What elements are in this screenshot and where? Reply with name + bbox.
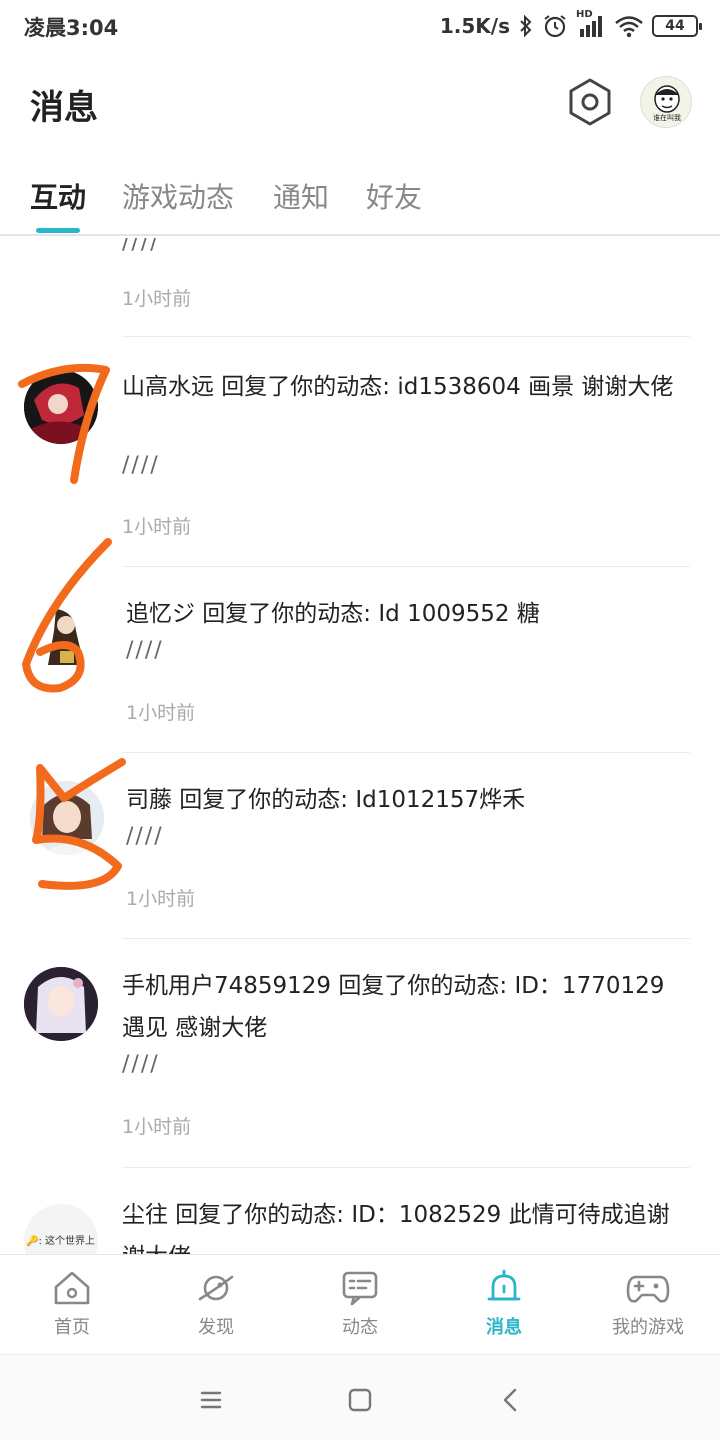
settings-button[interactable] (565, 76, 615, 128)
timestamp: 1小时前 (122, 1116, 192, 1138)
my-avatar[interactable]: 谁在叫我 (640, 76, 692, 128)
message-list[interactable]: //// 1小时前 山高水远 回复了你的动态: id1538604 画景 谢谢大… (0, 238, 720, 1254)
nav-messages-label: 消息 (486, 1317, 522, 1338)
header: 消息 谁在叫我 (0, 52, 720, 152)
net-speed: 1.5K/s (439, 14, 510, 38)
reply-content: //// (122, 453, 160, 478)
nav-discover[interactable]: 发现 (144, 1269, 288, 1349)
timestamp: 1小时前 (122, 516, 192, 538)
timestamp: 1小时前 (126, 702, 196, 724)
timestamp: 1小时前 (126, 888, 196, 910)
divider (122, 336, 690, 337)
reply-text: 尘往 回复了你的动态: ID：1082529 此情可待成追谢谢大佬 (122, 1202, 670, 1254)
user-avatar[interactable]: 🔑: 这个世界上 (24, 1204, 98, 1254)
chat-card-icon (342, 1271, 378, 1306)
tab-friends[interactable]: 好友 (366, 176, 422, 216)
alarm-icon (544, 15, 566, 38)
menu-icon[interactable] (194, 1383, 228, 1417)
bottom-nav: 首页 发现 动态 消息 我的游戏 (0, 1254, 720, 1354)
list-item[interactable]: //// 1小时前 (0, 238, 720, 338)
home-icon (54, 1271, 90, 1305)
status-time: 凌晨3:04 (24, 16, 119, 40)
annotation-number-5 (32, 758, 126, 890)
nav-feed[interactable]: 动态 (288, 1269, 432, 1349)
reply-content: //// (122, 1052, 160, 1077)
avatar-caption: 🔑: 这个世界上 (26, 1236, 95, 1247)
battery-icon: 44 (652, 15, 702, 37)
reply-text: 手机用户74859129 回复了你的动态: ID：1770129 遇见 感谢大佬 (122, 973, 665, 1041)
reply-text: 追忆ジ 回复了你的动态: Id 1009552 糖 (126, 601, 540, 627)
annotation-number-7 (18, 363, 110, 484)
user-avatar[interactable] (24, 967, 98, 1041)
reply-text: 司藤 回复了你的动态: Id1012157烨禾 (126, 787, 526, 813)
bluetooth-icon (520, 14, 532, 38)
nav-my-games[interactable]: 我的游戏 (576, 1269, 720, 1349)
reply-content: //// (122, 238, 160, 255)
my-avatar-caption: 谁在叫我 (653, 114, 681, 122)
tab-active-indicator (36, 228, 80, 233)
timestamp: 1小时前 (122, 288, 192, 310)
status-icons: 1.5K/s HD 44 (439, 9, 702, 42)
system-nav-bar (0, 1354, 720, 1440)
planet-icon (198, 1275, 234, 1301)
nav-discover-label: 发现 (198, 1317, 234, 1338)
list-item[interactable]: 🔑: 这个世界上 尘往 回复了你的动态: ID：1082529 此情可待成追谢谢… (0, 1168, 720, 1254)
back-icon[interactable] (494, 1383, 528, 1417)
annotation-number-6 (22, 538, 112, 693)
status-bar: 凌晨3:04 1.5K/s HD 44 (0, 0, 720, 52)
reply-content: //// (126, 638, 164, 663)
nav-messages[interactable]: 消息 (432, 1269, 576, 1349)
tab-interaction[interactable]: 互动 (30, 176, 86, 216)
nav-home-label: 首页 (54, 1317, 90, 1338)
gamepad-icon (626, 1275, 670, 1303)
nav-home[interactable]: 首页 (0, 1269, 144, 1349)
tab-notifications[interactable]: 通知 (273, 176, 329, 216)
reply-text: 山高水远 回复了你的动态: id1538604 画景 谢谢大佬 (122, 374, 674, 400)
nav-feed-label: 动态 (342, 1317, 378, 1338)
tab-bar: 互动 游戏动态 通知 好友 (0, 160, 720, 236)
home-square-icon[interactable] (343, 1383, 377, 1417)
tab-game-activity[interactable]: 游戏动态 (122, 176, 234, 216)
bell-icon (487, 1269, 521, 1301)
hd-signal-icon: HD (576, 9, 606, 39)
settings-hexagon-icon (569, 78, 611, 126)
wifi-icon (615, 16, 643, 38)
page-title: 消息 (30, 88, 98, 128)
list-item[interactable]: 手机用户74859129 回复了你的动态: ID：1770129 遇见 感谢大佬… (0, 939, 720, 1168)
nav-my-games-label: 我的游戏 (612, 1317, 684, 1338)
